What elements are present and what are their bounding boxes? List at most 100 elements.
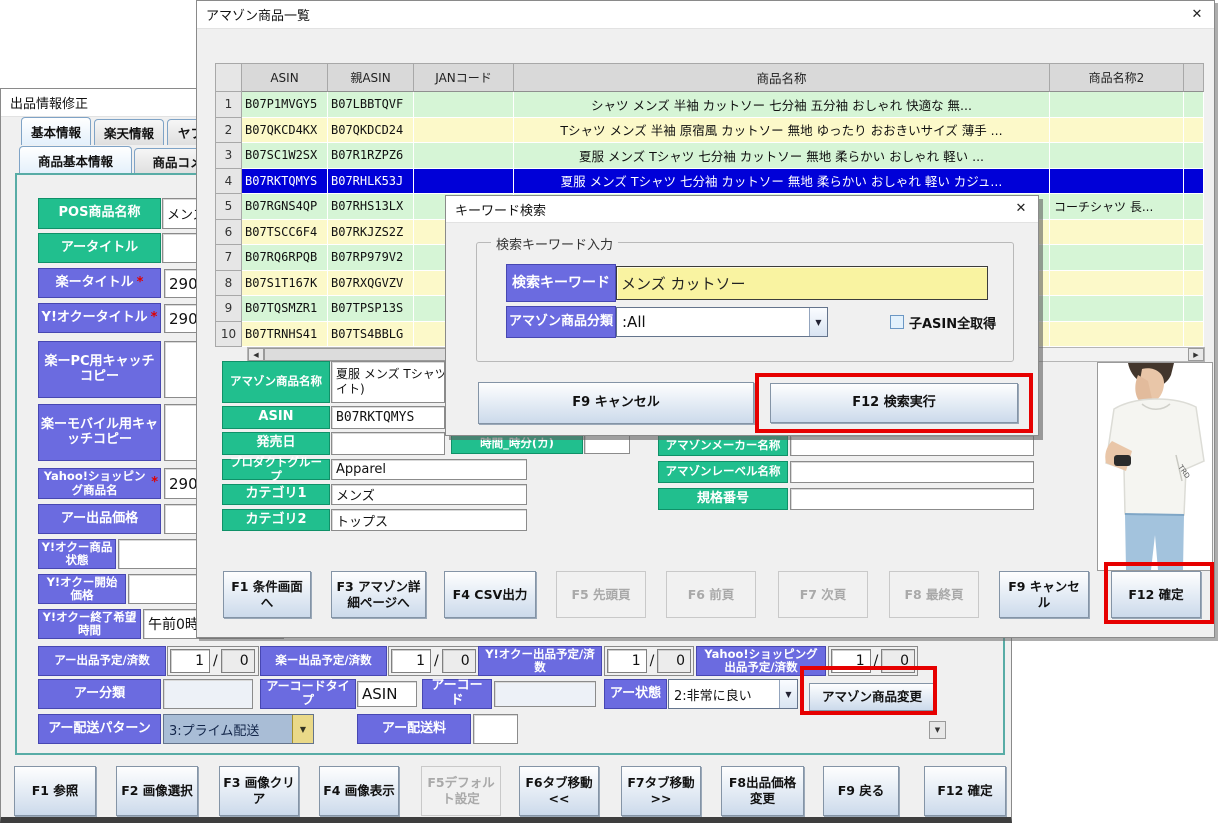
- row-number[interactable]: 3: [216, 143, 242, 169]
- cell-parent-asin[interactable]: B07TS4BBLG: [328, 322, 414, 348]
- raku-count-planned[interactable]: 1: [391, 649, 431, 673]
- row-number[interactable]: 6: [216, 220, 242, 246]
- row-number[interactable]: 9: [216, 296, 242, 322]
- a-code-field[interactable]: [494, 681, 596, 707]
- amazon-category-dropdown[interactable]: :All ▼: [616, 307, 828, 337]
- cell-jan[interactable]: [414, 169, 514, 195]
- f7-tab-move-right-button[interactable]: F7タブ移動>>: [621, 766, 701, 816]
- cell-asin[interactable]: B07TSCC6F4: [242, 220, 328, 246]
- release-date-field[interactable]: [331, 432, 445, 455]
- cell-parent-asin[interactable]: B07RP979V2: [328, 245, 414, 271]
- table-row[interactable]: 3 B07SC1W2SX B07R1RZPZ6 夏服 メンズ Tシャツ 七分袖 …: [216, 143, 1204, 169]
- cell-parent-asin[interactable]: B07RHLK53J: [328, 169, 414, 195]
- dropdown-arrow-icon[interactable]: ▼: [292, 715, 313, 743]
- search-dialog-titlebar[interactable]: キーワード検索 ✕: [446, 196, 1038, 223]
- tab-rakuten-info[interactable]: 楽天情報: [94, 119, 164, 145]
- a-state-dropdown[interactable]: 2:非常に良い ▼: [668, 679, 798, 709]
- f4-image-show-button[interactable]: F4 画像表示: [319, 766, 399, 816]
- a-count-planned[interactable]: 1: [170, 649, 210, 673]
- f12-confirm-button-edit[interactable]: F12 確定: [924, 766, 1006, 816]
- f3-amazon-detail-button[interactable]: F3 アマゾン詳細ページへ: [331, 571, 426, 618]
- cell-asin[interactable]: B07QKCD4KX: [242, 118, 328, 144]
- scroll-right-icon[interactable]: ▶: [1188, 348, 1204, 361]
- cell-parent-asin[interactable]: B07LBBTQVF: [328, 92, 414, 118]
- cell-name[interactable]: Tシャツ メンズ 半袖 原宿風 カットソー 無地 ゆったり おおきいサイズ 薄手…: [514, 118, 1050, 144]
- asin-field[interactable]: B07RKTQMYS: [331, 406, 445, 429]
- cell-asin[interactable]: B07RGNS4QP: [242, 194, 328, 220]
- cell-name2[interactable]: [1050, 92, 1184, 118]
- cell-asin[interactable]: B07P1MVGY5: [242, 92, 328, 118]
- product-group-field[interactable]: Apparel: [331, 459, 527, 480]
- table-row-selected[interactable]: 4 B07RKTQMYS B07RHLK53J 夏服 メンズ Tシャツ 七分袖 …: [216, 169, 1204, 195]
- cell-parent-asin[interactable]: B07QKDCD24: [328, 118, 414, 144]
- cell-jan[interactable]: [414, 118, 514, 144]
- header-parent-asin[interactable]: 親ASIN: [328, 64, 414, 92]
- a-codetype-field[interactable]: ASIN: [357, 681, 417, 707]
- cell-asin[interactable]: B07SC1W2SX: [242, 143, 328, 169]
- f8-price-change-button[interactable]: F8出品価格変更: [721, 766, 804, 816]
- cell-parent-asin[interactable]: B07RKJZS2Z: [328, 220, 414, 246]
- time-partial-field[interactable]: [584, 434, 630, 454]
- cell-asin[interactable]: B07S1T167K: [242, 271, 328, 297]
- row-number[interactable]: 2: [216, 118, 242, 144]
- child-asin-checkbox[interactable]: [890, 315, 904, 329]
- search-keyword-input[interactable]: メンズ カットソー: [616, 266, 988, 300]
- cell-name2[interactable]: [1050, 296, 1184, 322]
- maker-name-field[interactable]: [790, 435, 1034, 456]
- table-row[interactable]: 1 B07P1MVGY5 B07LBBTQVF シャツ メンズ 半袖 カットソー…: [216, 92, 1204, 118]
- row-number[interactable]: 10: [216, 322, 242, 348]
- row-number[interactable]: 7: [216, 245, 242, 271]
- a-class-field[interactable]: [163, 679, 253, 709]
- row-number[interactable]: 1: [216, 92, 242, 118]
- table-row[interactable]: 2 B07QKCD4KX B07QKDCD24 Tシャツ メンズ 半袖 原宿風 …: [216, 118, 1204, 144]
- cell-name2[interactable]: [1050, 220, 1184, 246]
- scroll-down-icon[interactable]: ▼: [929, 721, 946, 739]
- yauc-count-planned[interactable]: 1: [607, 649, 647, 673]
- f1-refer-button[interactable]: F1 参照: [14, 766, 96, 816]
- cell-asin[interactable]: B07TRNHS41: [242, 322, 328, 348]
- cell-jan[interactable]: [414, 143, 514, 169]
- child-asin-checkbox-label[interactable]: 子ASIN全取得: [909, 313, 996, 332]
- tab-basic-info[interactable]: 基本情報: [21, 117, 91, 145]
- cell-asin[interactable]: B07RKTQMYS: [242, 169, 328, 195]
- ship-fee-field[interactable]: [473, 714, 518, 744]
- cell-name2[interactable]: [1050, 118, 1184, 144]
- cell-name[interactable]: 夏服 メンズ Tシャツ 七分袖 カットソー 無地 柔らかい おしゃれ 軽い ..…: [514, 143, 1050, 169]
- cell-parent-asin[interactable]: B07RXQGVZV: [328, 271, 414, 297]
- cell-asin[interactable]: B07RQ6RPQB: [242, 245, 328, 271]
- category1-field[interactable]: メンズ: [331, 484, 527, 505]
- cell-parent-asin[interactable]: B07R1RZPZ6: [328, 143, 414, 169]
- label-name-field[interactable]: [790, 461, 1034, 483]
- cell-name2[interactable]: [1050, 169, 1184, 195]
- f6-tab-move-left-button[interactable]: F6タブ移動<<: [519, 766, 599, 816]
- close-icon[interactable]: ✕: [1009, 198, 1033, 218]
- dropdown-arrow-icon[interactable]: ▼: [809, 308, 827, 336]
- row-number[interactable]: 8: [216, 271, 242, 297]
- cell-name[interactable]: シャツ メンズ 半袖 カットソー 七分袖 五分袖 おしゃれ 快適な 無...: [514, 92, 1050, 118]
- cell-name[interactable]: 夏服 メンズ Tシャツ 七分袖 カットソー 無地 柔らかい おしゃれ 軽い カジ…: [514, 169, 1050, 195]
- f3-image-clear-button[interactable]: F3 画像クリア: [219, 766, 299, 816]
- f9-back-button[interactable]: F9 戻る: [823, 766, 899, 816]
- header-name2[interactable]: 商品名称2: [1050, 64, 1184, 92]
- dropdown-arrow-icon[interactable]: ▼: [779, 680, 797, 708]
- standard-number-field[interactable]: [790, 488, 1034, 510]
- cell-name2[interactable]: [1050, 245, 1184, 271]
- cell-asin[interactable]: B07TQSMZR1: [242, 296, 328, 322]
- ship-pattern-dropdown[interactable]: 3:プライム配送 ▼: [163, 714, 314, 744]
- f4-csv-export-button[interactable]: F4 CSV出力: [444, 571, 536, 618]
- f9-cancel-button-list[interactable]: F9 キャンセル: [999, 571, 1089, 618]
- list-window-titlebar[interactable]: アマゾン商品一覧 ✕: [197, 1, 1214, 29]
- cell-parent-asin[interactable]: B07RHS13LX: [328, 194, 414, 220]
- header-jan[interactable]: JANコード: [414, 64, 514, 92]
- cell-name2[interactable]: コーチシャツ 長...: [1050, 194, 1184, 220]
- row-number[interactable]: 5: [216, 194, 242, 220]
- category2-field[interactable]: トップス: [331, 509, 527, 531]
- row-number[interactable]: 4: [216, 169, 242, 195]
- f1-condition-screen-button[interactable]: F1 条件画面へ: [223, 571, 311, 618]
- close-icon[interactable]: ✕: [1185, 4, 1209, 24]
- amazon-name-field[interactable]: 夏服 メンズ Tシャツ イト): [331, 361, 445, 403]
- scroll-left-icon[interactable]: ◀: [248, 348, 264, 361]
- cell-name2[interactable]: [1050, 322, 1184, 348]
- cell-parent-asin[interactable]: B07TPSP13S: [328, 296, 414, 322]
- cell-name2[interactable]: [1050, 271, 1184, 297]
